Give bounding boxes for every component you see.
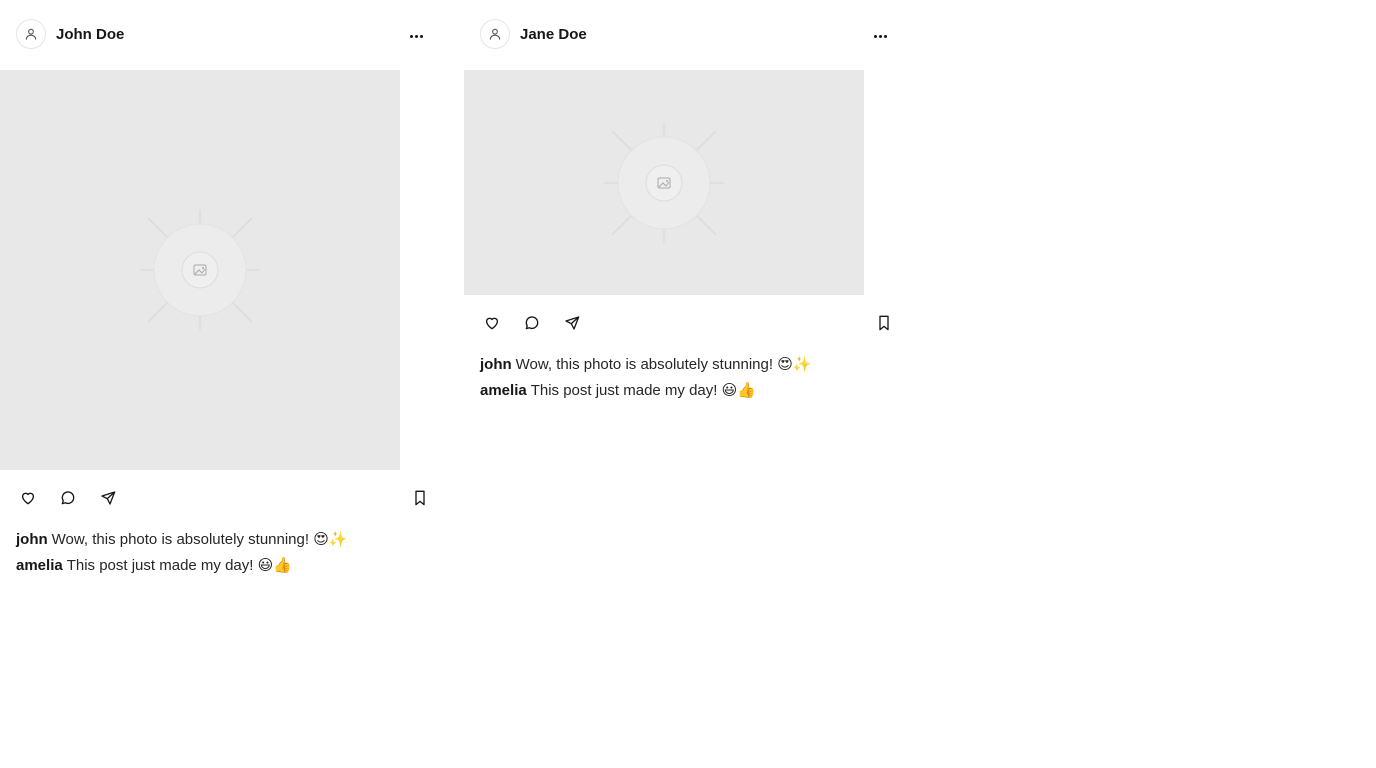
comment-button[interactable] — [522, 313, 542, 333]
comment-author[interactable]: amelia — [16, 557, 63, 574]
like-button[interactable] — [482, 313, 502, 333]
post-card: John Doe john Wow, this photo is absolut… — [0, 0, 436, 579]
comment-item: amelia This post just made my day! 😃👍 — [480, 378, 900, 404]
like-button[interactable] — [18, 488, 38, 508]
post-username[interactable]: Jane Doe — [520, 26, 587, 44]
ellipsis-icon — [409, 34, 424, 38]
comment-text: This post just made my day! 😃👍 — [530, 382, 756, 399]
post-card: Jane Doe john Wow, this photo is absolut… — [464, 0, 900, 404]
share-button[interactable] — [98, 488, 118, 508]
comment-button[interactable] — [58, 488, 78, 508]
more-options-button[interactable] — [400, 26, 432, 46]
comment-text: Wow, this photo is absolutely stunning! … — [515, 356, 812, 373]
post-header: Jane Doe — [464, 0, 900, 70]
heart-icon — [22, 492, 34, 505]
comment-author[interactable]: john — [16, 531, 48, 548]
share-button[interactable] — [562, 313, 582, 333]
ellipsis-icon — [873, 34, 888, 38]
save-button[interactable] — [874, 313, 894, 333]
post-header: John Doe — [0, 0, 436, 70]
comment-list: john Wow, this photo is absolutely stunni… — [0, 526, 436, 579]
bookmark-icon — [415, 490, 425, 506]
comment-text: Wow, this photo is absolutely stunning! … — [51, 531, 348, 548]
post-actions — [0, 470, 436, 526]
comment-bubble-icon — [525, 316, 539, 330]
comment-author[interactable]: amelia — [480, 382, 527, 399]
comment-author[interactable]: john — [480, 356, 512, 373]
comment-list: john Wow, this photo is absolutely stunni… — [464, 351, 900, 404]
post-image[interactable] — [464, 70, 864, 295]
more-options-button[interactable] — [864, 26, 896, 46]
user-icon — [489, 28, 501, 40]
post-actions — [464, 295, 900, 351]
avatar[interactable] — [480, 19, 510, 49]
send-icon — [565, 316, 580, 330]
feed: John Doe john Wow, this photo is absolut… — [0, 0, 1376, 768]
post-image[interactable] — [0, 70, 400, 470]
image-placeholder-icon — [140, 210, 260, 330]
comment-item: john Wow, this photo is absolutely stunni… — [480, 352, 900, 378]
image-placeholder-icon — [604, 122, 724, 243]
heart-icon — [486, 317, 498, 330]
send-icon — [101, 491, 116, 505]
comment-item: john Wow, this photo is absolutely stunni… — [16, 527, 436, 553]
user-icon — [25, 28, 37, 40]
comment-item: amelia This post just made my day! 😃👍 — [16, 553, 436, 579]
save-button[interactable] — [410, 488, 430, 508]
avatar[interactable] — [16, 19, 46, 49]
comment-text: This post just made my day! 😃👍 — [66, 557, 292, 574]
bookmark-icon — [879, 315, 889, 331]
comment-bubble-icon — [61, 491, 75, 505]
post-username[interactable]: John Doe — [56, 26, 124, 44]
